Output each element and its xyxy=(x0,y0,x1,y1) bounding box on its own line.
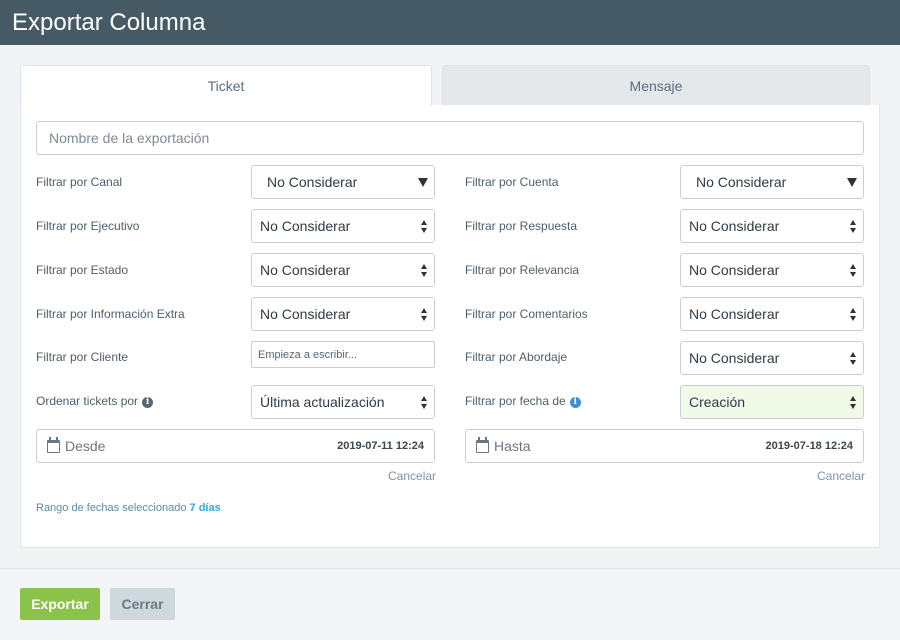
close-button[interactable]: Cerrar xyxy=(110,588,175,620)
select-arrows-icon xyxy=(850,219,857,234)
date-to-label: Hasta xyxy=(494,438,531,454)
filter-canal-select[interactable]: No Considerar xyxy=(251,165,435,199)
date-to-cancel-link[interactable]: Cancelar xyxy=(817,469,865,483)
calendar-icon xyxy=(476,437,489,453)
filter-cliente-input[interactable] xyxy=(251,341,435,368)
order-label-text: Ordenar tickets por xyxy=(36,394,139,408)
date-type-label-text: Filtrar por fecha de xyxy=(465,394,566,408)
filter-comentarios-select[interactable]: No Considerar xyxy=(680,297,864,331)
tab-ticket[interactable]: Ticket xyxy=(20,65,432,106)
date-type-label: Filtrar por fecha de i xyxy=(465,384,581,418)
date-from-picker[interactable]: Desde 2019-07-11 12:24 xyxy=(36,429,435,463)
filter-abordaje-label: Filtrar por Abordaje xyxy=(465,350,568,364)
filter-cliente-label: Filtrar por Cliente xyxy=(36,350,129,364)
date-to-picker[interactable]: Hasta 2019-07-18 12:24 xyxy=(465,429,864,463)
date-from-label: Desde xyxy=(65,438,106,454)
filter-abordaje-value: No Considerar xyxy=(689,350,780,366)
select-arrows-icon xyxy=(850,351,857,366)
calendar-icon xyxy=(47,437,60,453)
filter-canal-label: Filtrar por Canal xyxy=(36,175,123,189)
tab-mensaje[interactable]: Mensaje xyxy=(442,65,870,105)
export-button[interactable]: Exportar xyxy=(20,588,100,620)
filter-respuesta-value: No Considerar xyxy=(689,218,780,234)
filter-ejecutivo-select[interactable]: No Considerar xyxy=(251,209,435,243)
filter-info-extra-value: No Considerar xyxy=(260,306,351,322)
select-arrows-icon xyxy=(850,263,857,278)
date-from-value: 2019-07-11 12:24 xyxy=(337,440,424,452)
select-arrows-icon xyxy=(421,395,428,410)
select-arrows-icon xyxy=(850,307,857,322)
date-type-select[interactable]: Creación xyxy=(680,385,864,419)
date-from-cancel-link[interactable]: Cancelar xyxy=(388,469,436,483)
filter-abordaje-select[interactable]: No Considerar xyxy=(680,341,864,375)
filter-comentarios-label: Filtrar por Comentarios xyxy=(465,307,588,321)
filter-estado-select[interactable]: No Considerar xyxy=(251,253,435,287)
triangle-down-icon xyxy=(847,178,857,187)
date-range-prefix: Rango de fechas seleccionado xyxy=(36,502,187,514)
select-arrows-icon xyxy=(850,395,857,410)
select-arrows-icon xyxy=(421,219,428,234)
triangle-down-icon xyxy=(418,178,428,187)
filter-comentarios-value: No Considerar xyxy=(689,306,780,322)
date-range-value: 7 días xyxy=(189,502,221,514)
filter-estado-value: No Considerar xyxy=(260,262,351,278)
filter-respuesta-label: Filtrar por Respuesta xyxy=(465,219,578,233)
filter-cuenta-select[interactable]: No Considerar xyxy=(680,165,864,199)
info-icon[interactable]: i xyxy=(142,397,154,408)
select-arrows-icon xyxy=(421,263,428,278)
filter-ejecutivo-label: Filtrar por Ejecutivo xyxy=(36,219,140,233)
info-icon[interactable]: i xyxy=(569,397,581,408)
filter-cuenta-label: Filtrar por Cuenta xyxy=(465,175,559,189)
export-name-input[interactable] xyxy=(36,121,864,155)
order-label: Ordenar tickets por i xyxy=(36,384,154,418)
filter-respuesta-select[interactable]: No Considerar xyxy=(680,209,864,243)
filter-canal-value: No Considerar xyxy=(267,174,358,190)
filter-info-extra-label: Filtrar por Información Extra xyxy=(36,307,185,321)
order-select[interactable]: Última actualización xyxy=(251,385,435,419)
window-title: Exportar Columna xyxy=(0,0,900,45)
filter-cuenta-value: No Considerar xyxy=(696,174,787,190)
select-arrows-icon xyxy=(421,307,428,322)
filter-relevancia-value: No Considerar xyxy=(689,262,780,278)
date-range-summary: Rango de fechas seleccionado 7 días xyxy=(36,502,221,514)
order-value: Última actualización xyxy=(260,394,385,410)
date-type-value: Creación xyxy=(689,394,746,410)
filter-info-extra-select[interactable]: No Considerar xyxy=(251,297,435,331)
filter-relevancia-select[interactable]: No Considerar xyxy=(680,253,864,287)
filter-relevancia-label: Filtrar por Relevancia xyxy=(465,263,580,277)
date-to-value: 2019-07-18 12:24 xyxy=(765,440,853,452)
filter-estado-label: Filtrar por Estado xyxy=(36,263,129,277)
filter-ejecutivo-value: No Considerar xyxy=(260,218,351,234)
